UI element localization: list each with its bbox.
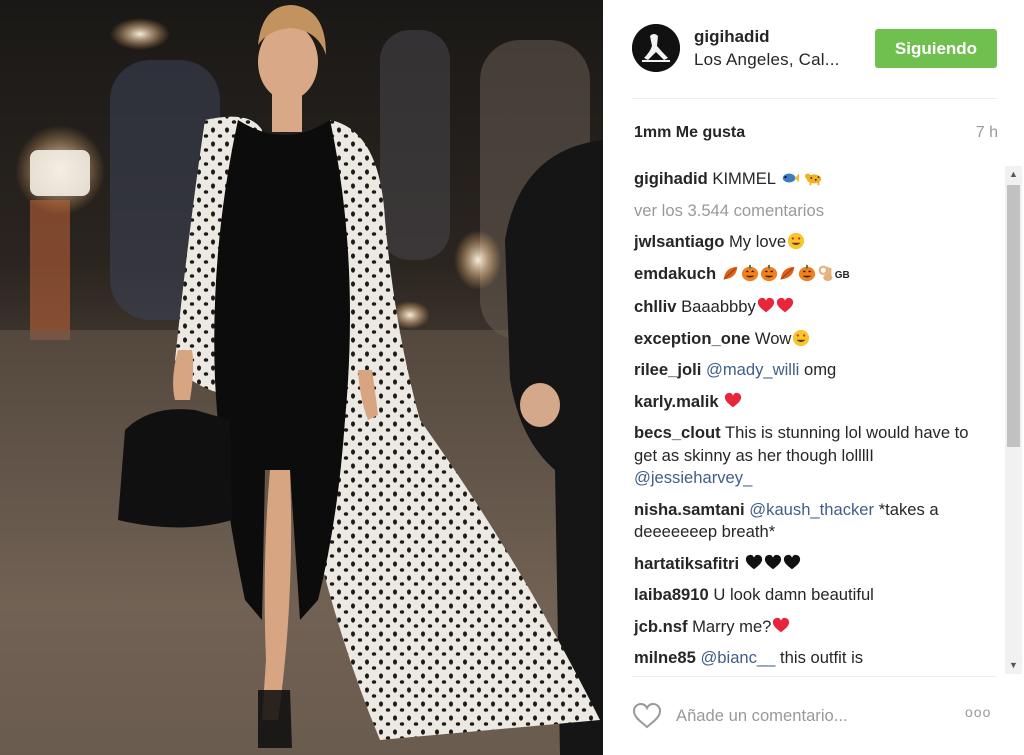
comment-row: milne85 @bianc__ this outfit is: [634, 647, 994, 670]
scroll-down-arrow-icon[interactable]: ▼: [1005, 657, 1022, 674]
heart-outline-icon[interactable]: [632, 702, 662, 729]
black-heart-emoji-icon: [782, 554, 801, 573]
comment-text: Wow: [754, 328, 792, 348]
post-header: gigihadid Los Angeles, Cal... Siguiendo: [603, 0, 1024, 98]
photo-scene: [0, 5, 603, 755]
comment-mention[interactable]: @mady_willi: [706, 360, 799, 379]
comment-text: omg: [803, 360, 837, 379]
comment-row: laiba8910 U look damn beautiful: [634, 584, 994, 607]
footer-divider: [632, 676, 997, 677]
load-more-comments[interactable]: ver los 3.544 comentarios: [634, 200, 994, 223]
scrollbar-thumb[interactable]: [1007, 185, 1020, 447]
comment-row: jwlsantiago My love: [634, 231, 994, 254]
comment-username[interactable]: becs_clout: [634, 423, 721, 442]
post-location[interactable]: Los Angeles, Cal...: [694, 50, 840, 70]
header-divider: [632, 98, 997, 99]
heart-emoji-icon: [756, 297, 775, 316]
comment-username[interactable]: emdakuch: [634, 264, 716, 283]
leopard-emoji-icon: [804, 173, 821, 186]
comment-row: rilee_joli @mady_willi omg: [634, 359, 994, 382]
heart-eyes-emoji-icon: [786, 232, 805, 251]
heart-eyes-emoji-icon: [791, 329, 810, 348]
fallen-leaf-emoji-icon: [721, 264, 740, 283]
ok-hand-emoji-icon: [816, 264, 835, 283]
comment-text: U look damn beautiful: [713, 585, 874, 604]
black-heart-emoji-icon: [763, 554, 782, 573]
comment-username[interactable]: jcb.nsf: [634, 617, 687, 636]
scroll-up-arrow-icon[interactable]: ▲: [1005, 166, 1022, 183]
comment-username[interactable]: laiba8910: [634, 585, 709, 604]
comment-text: this outfit is: [780, 648, 864, 667]
post-details-panel: gigihadid Los Angeles, Cal... Siguiendo …: [603, 0, 1024, 755]
comment-row: exception_one Wow: [634, 328, 994, 351]
more-options-icon[interactable]: ooo: [965, 704, 991, 720]
comment-row: nisha.samtani @kaush_thacker *takes a de…: [634, 499, 994, 544]
comment-suffix: GB: [834, 269, 850, 281]
caption: gigihadid KIMMEL: [634, 168, 994, 191]
add-comment-row: ooo: [603, 696, 1024, 736]
comment-username[interactable]: chlliv: [634, 297, 676, 316]
likes-row: 1mm Me gusta 7 h: [634, 124, 998, 146]
comment-mention[interactable]: @jessieharvey_: [634, 468, 752, 487]
comment-username[interactable]: karly.malik: [634, 392, 719, 411]
caption-text: KIMMEL: [712, 169, 776, 188]
profile-avatar[interactable]: [632, 24, 680, 72]
comment-row: becs_clout This is stunning lol would ha…: [634, 422, 994, 490]
comment-username[interactable]: hartatiksafitri: [634, 554, 739, 573]
comment-text: Baaabbby: [681, 297, 756, 316]
add-comment-input[interactable]: [676, 704, 946, 728]
comment-mention[interactable]: @bianc__: [700, 648, 775, 667]
post-username[interactable]: gigihadid: [694, 27, 770, 47]
comments-section[interactable]: gigihadid KIMMEL ver los 3.544 comentari…: [603, 166, 1024, 674]
comments-scrollbar[interactable]: ▲ ▼: [1005, 166, 1022, 674]
caption-emojis: [780, 169, 823, 188]
comment-row: karly.malik: [634, 391, 994, 414]
comments-list: gigihadid KIMMEL ver los 3.544 comentari…: [634, 168, 994, 674]
heart-emoji-icon: [771, 617, 790, 636]
comment-row: emdakuch GB: [634, 263, 994, 288]
comment-username[interactable]: rilee_joli: [634, 360, 701, 379]
fallen-leaf-emoji-icon: [778, 264, 797, 283]
comment-text: Marry me?: [692, 616, 772, 636]
comment-text: My love: [728, 232, 787, 251]
post-timestamp: 7 h: [975, 124, 998, 141]
post-photo[interactable]: [0, 0, 603, 755]
following-button[interactable]: Siguiendo: [875, 29, 997, 68]
jack-o-lantern-emoji-icon: [740, 264, 759, 283]
comment-row: chlliv Baaabbby: [634, 296, 994, 319]
comment-row: hartatiksafitri: [634, 553, 994, 576]
heart-emoji-icon: [723, 392, 742, 411]
comment-username[interactable]: milne85: [634, 648, 696, 667]
comment-username[interactable]: exception_one: [634, 329, 750, 348]
comment-mention[interactable]: @kaush_thacker: [749, 500, 874, 519]
avatar-silhouette-icon: [632, 24, 680, 72]
fish-emoji-icon: [782, 173, 800, 183]
black-heart-emoji-icon: [744, 554, 763, 573]
caption-username[interactable]: gigihadid: [634, 169, 708, 188]
comment-row: jcb.nsf Marry me?: [634, 616, 994, 639]
jack-o-lantern-emoji-icon: [759, 264, 778, 283]
comment-username[interactable]: nisha.samtani: [634, 500, 745, 519]
heart-emoji-icon: [775, 297, 794, 316]
comment-username[interactable]: jwlsantiago: [634, 232, 724, 251]
likes-count[interactable]: 1mm Me gusta: [634, 124, 745, 142]
jack-o-lantern-emoji-icon: [797, 264, 816, 283]
